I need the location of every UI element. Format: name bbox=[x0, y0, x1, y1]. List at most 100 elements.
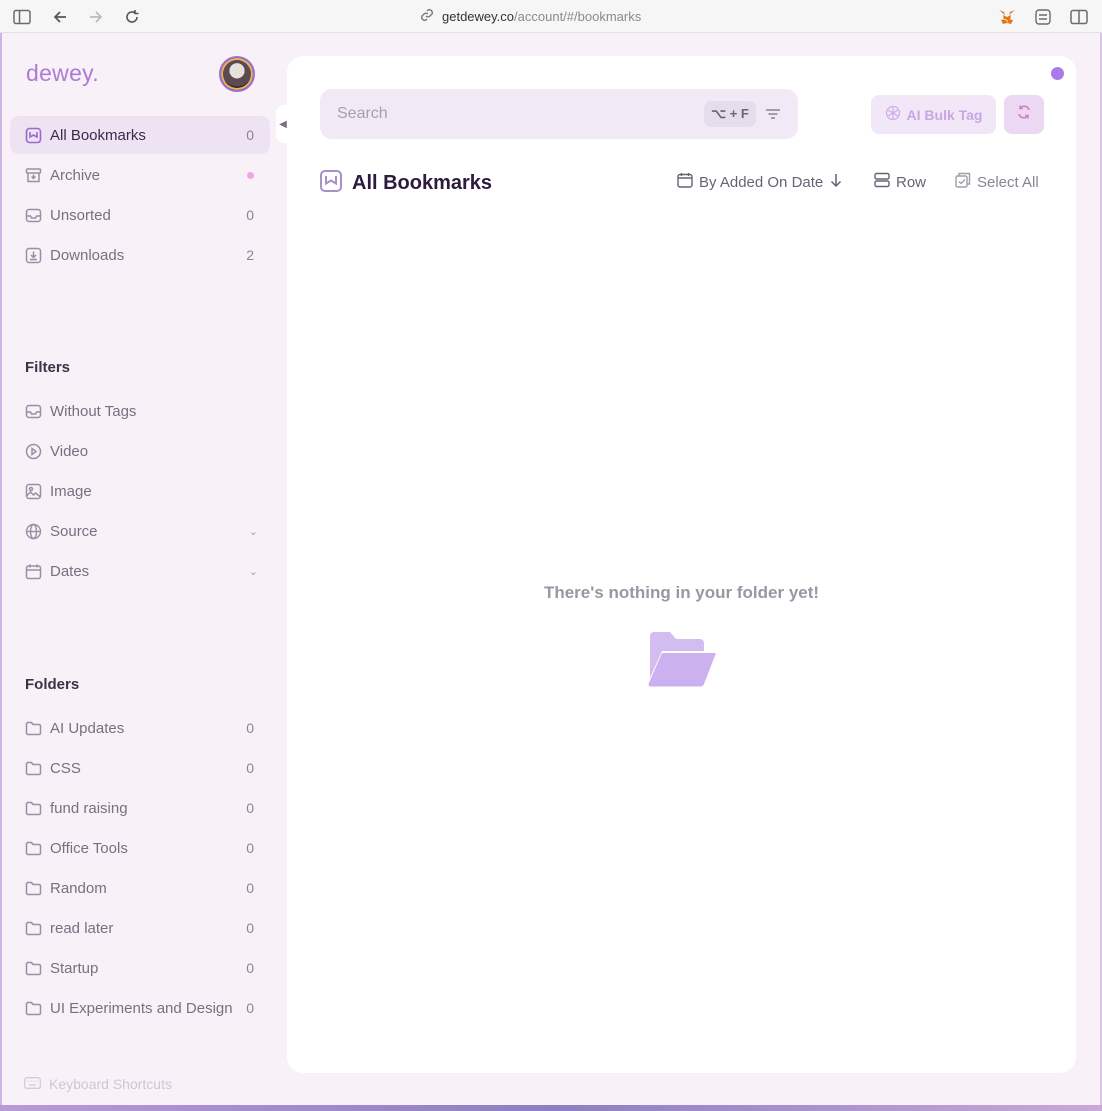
folder-icon bbox=[24, 879, 42, 897]
folder-count: 0 bbox=[246, 760, 254, 776]
sort-dropdown[interactable]: By Added On Date bbox=[677, 172, 843, 192]
rows-icon bbox=[874, 172, 890, 192]
folder-icon bbox=[24, 759, 42, 777]
back-icon[interactable] bbox=[50, 7, 70, 27]
metamask-extension-icon[interactable] bbox=[997, 7, 1017, 27]
folder-count: 0 bbox=[246, 840, 254, 856]
reload-icon[interactable] bbox=[122, 7, 142, 27]
filter-source[interactable]: Source ⌄ bbox=[10, 512, 270, 550]
sidebar-item-downloads[interactable]: Downloads 2 bbox=[10, 236, 270, 274]
folder-count: 0 bbox=[246, 960, 254, 976]
search-bar: ⌥ + F bbox=[320, 89, 798, 139]
search-shortcut-badge: ⌥ + F bbox=[704, 101, 756, 127]
select-all-button[interactable]: Select All bbox=[955, 172, 1039, 192]
sidebar-item-all-bookmarks[interactable]: All Bookmarks 0 bbox=[10, 116, 270, 154]
folders-heading: Folders bbox=[25, 676, 80, 693]
folder-icon bbox=[24, 839, 42, 857]
unread-dot bbox=[247, 171, 254, 179]
caret-left-icon: ◀ bbox=[279, 118, 287, 130]
globe-icon bbox=[24, 522, 42, 540]
view-mode-label: Row bbox=[896, 173, 927, 191]
folder-icon bbox=[24, 719, 42, 737]
filter-label: Source bbox=[50, 522, 98, 540]
folder-icon bbox=[24, 799, 42, 817]
extension-icon[interactable] bbox=[1033, 7, 1053, 27]
keyboard-shortcuts-link[interactable]: Keyboard Shortcuts bbox=[24, 1076, 172, 1092]
folder-label: Office Tools bbox=[50, 839, 128, 857]
play-icon bbox=[24, 442, 42, 460]
folder-count: 0 bbox=[246, 880, 254, 896]
folder-item[interactable]: Random 0 bbox=[10, 869, 270, 907]
folder-count: 0 bbox=[246, 720, 254, 736]
sort-label: By Added On Date bbox=[699, 173, 824, 191]
forward-icon[interactable] bbox=[86, 7, 106, 27]
folder-label: Startup bbox=[50, 959, 99, 977]
search-input[interactable] bbox=[337, 89, 697, 139]
filter-label: Dates bbox=[50, 562, 90, 580]
sidebar-item-label: Downloads bbox=[50, 246, 125, 264]
inbox-icon bbox=[24, 402, 42, 420]
app-logo[interactable]: dewey. bbox=[26, 60, 99, 87]
ai-bulk-tag-button[interactable]: AI Bulk Tag bbox=[871, 95, 996, 134]
folder-item[interactable]: CSS 0 bbox=[10, 749, 270, 787]
item-count: 0 bbox=[246, 207, 254, 223]
arrow-down-icon bbox=[829, 172, 843, 192]
sidebar-toggle-icon[interactable] bbox=[12, 7, 32, 27]
split-view-icon[interactable] bbox=[1069, 7, 1089, 27]
chevron-down-icon[interactable]: ⌄ bbox=[249, 565, 258, 578]
url-domain: getdewey.co bbox=[442, 9, 515, 24]
folder-icon bbox=[24, 959, 42, 977]
download-icon bbox=[24, 246, 42, 264]
inbox-icon bbox=[24, 206, 42, 224]
archive-icon bbox=[24, 166, 42, 184]
keyboard-icon bbox=[24, 1076, 41, 1092]
folder-count: 0 bbox=[246, 1000, 254, 1016]
folder-count: 0 bbox=[246, 920, 254, 936]
filters-heading: Filters bbox=[25, 359, 71, 376]
folder-label: read later bbox=[50, 919, 114, 937]
filter-without-tags[interactable]: Without Tags bbox=[10, 392, 270, 430]
dewey-app: dewey. All Bookmarks 0 Archive Unsorted … bbox=[0, 33, 1102, 1105]
user-avatar[interactable] bbox=[219, 56, 255, 92]
sidebar-item-archive[interactable]: Archive bbox=[10, 156, 270, 194]
folder-icon bbox=[24, 999, 42, 1017]
filter-label: Video bbox=[50, 442, 89, 460]
open-folder-icon bbox=[648, 632, 716, 687]
select-all-icon bbox=[955, 172, 971, 192]
bookmark-icon bbox=[319, 169, 343, 198]
filter-label: Image bbox=[50, 482, 92, 500]
filter-label: Without Tags bbox=[50, 402, 137, 420]
sidebar-item-label: Unsorted bbox=[50, 206, 111, 224]
ai-bulk-tag-label: AI Bulk Tag bbox=[906, 106, 983, 123]
folder-label: UI Experiments and Design bbox=[50, 999, 233, 1017]
sidebar-item-unsorted[interactable]: Unsorted 0 bbox=[10, 196, 270, 234]
folder-item[interactable]: UI Experiments and Design 0 bbox=[10, 989, 270, 1027]
item-count: 0 bbox=[246, 127, 254, 143]
page-title: All Bookmarks bbox=[352, 172, 493, 194]
filter-image[interactable]: Image bbox=[10, 472, 270, 510]
folder-item[interactable]: read later 0 bbox=[10, 909, 270, 947]
address-bar[interactable]: getdewey.co/account/#/bookmarks bbox=[420, 8, 641, 25]
view-mode-toggle[interactable]: Row bbox=[874, 172, 926, 192]
filter-dates[interactable]: Dates ⌄ bbox=[10, 552, 270, 590]
filter-lines-icon[interactable] bbox=[763, 104, 783, 124]
filter-video[interactable]: Video bbox=[10, 432, 270, 470]
folder-item[interactable]: Office Tools 0 bbox=[10, 829, 270, 867]
page-header: All Bookmarks bbox=[319, 169, 492, 198]
folder-icon bbox=[24, 919, 42, 937]
chevron-down-icon[interactable]: ⌄ bbox=[249, 525, 258, 538]
folder-item[interactable]: Startup 0 bbox=[10, 949, 270, 987]
empty-state-message: There's nothing in your folder yet! bbox=[543, 583, 820, 602]
folder-label: CSS bbox=[50, 759, 81, 777]
folder-label: fund raising bbox=[50, 799, 128, 817]
sidebar-item-label: All Bookmarks bbox=[50, 126, 146, 144]
window-edge bbox=[0, 33, 2, 1105]
calendar-icon bbox=[677, 172, 693, 192]
folder-item[interactable]: fund raising 0 bbox=[10, 789, 270, 827]
folder-item[interactable]: AI Updates 0 bbox=[10, 709, 270, 747]
folder-count: 0 bbox=[246, 800, 254, 816]
status-indicator bbox=[1051, 67, 1064, 80]
sync-button[interactable] bbox=[1004, 95, 1044, 134]
image-icon bbox=[24, 482, 42, 500]
keyboard-shortcuts-label: Keyboard Shortcuts bbox=[49, 1076, 172, 1092]
